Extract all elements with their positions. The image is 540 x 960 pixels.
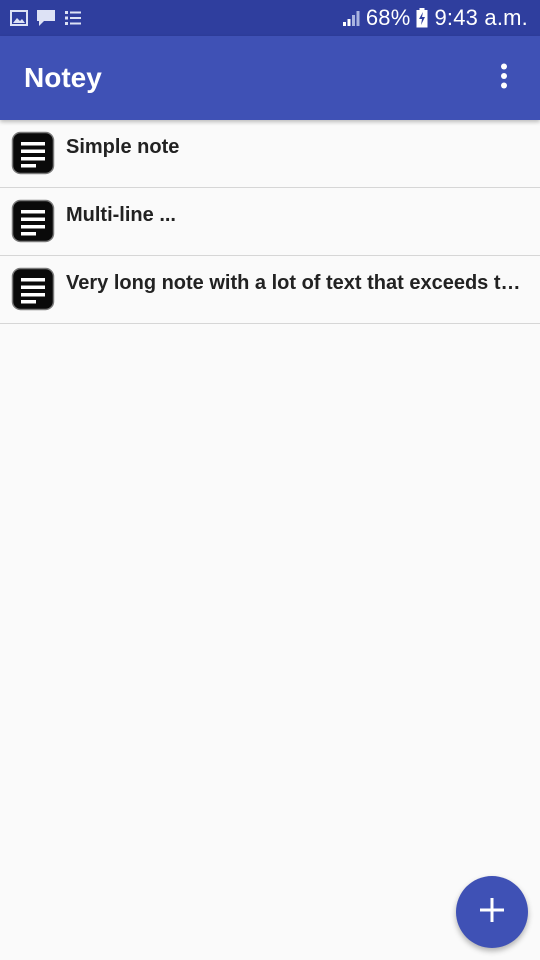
overflow-menu-button[interactable] [484, 58, 524, 98]
note-title: Multi-line ... [66, 204, 176, 226]
image-icon [10, 10, 28, 26]
status-notifications [10, 0, 82, 36]
more-vert-icon [500, 63, 508, 94]
note-list-item[interactable]: Very long note with a lot of text that e… [0, 256, 540, 324]
app-bar: Notey [0, 36, 540, 120]
note-title: Simple note [66, 136, 180, 158]
note-list-item[interactable]: Multi-line ... [0, 188, 540, 256]
note-icon [11, 131, 55, 175]
signal-icon [342, 9, 360, 27]
status-system: 68% 9:43 a.m. [342, 0, 528, 36]
battery-percent: 68% [365, 5, 411, 30]
app-title: Notey [24, 62, 102, 93]
chat-icon [36, 9, 56, 27]
note-icon [11, 199, 55, 243]
note-title: Very long note with a lot of text that e… [66, 272, 524, 294]
add-note-button[interactable] [456, 876, 528, 948]
note-icon [11, 267, 55, 311]
status-bar: 68% 9:43 a.m. [0, 0, 540, 36]
note-list-item[interactable]: Simple note [0, 120, 540, 188]
clock: 9:43 a.m. [434, 5, 528, 30]
add-icon [479, 897, 505, 928]
note-list: Simple note Multi-line ... Very long not… [0, 120, 540, 324]
list-icon [64, 10, 82, 26]
battery-charging-icon [416, 8, 428, 28]
